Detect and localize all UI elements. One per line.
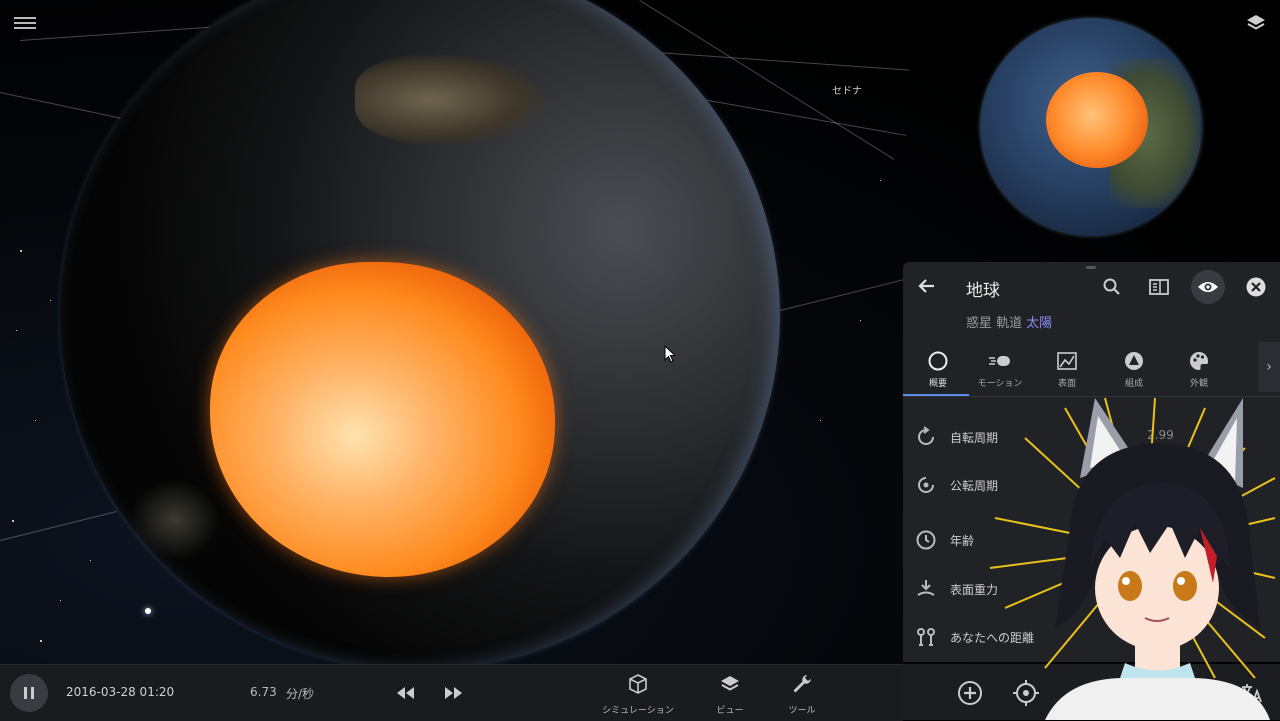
layers-icon[interactable] [1244, 12, 1268, 36]
orbit-line [0, 92, 137, 123]
star [60, 600, 61, 601]
target-icon[interactable] [1011, 678, 1041, 708]
star [50, 300, 51, 301]
property-row-rotation-period: 自転周期 2.99 [903, 418, 1280, 458]
chevron-right-icon[interactable]: › [1258, 342, 1280, 392]
tab-composition[interactable]: 組成 [1099, 342, 1169, 396]
wrench-icon [793, 675, 811, 693]
star [145, 608, 151, 614]
gravity-icon [917, 580, 935, 596]
rotate-icon [918, 426, 934, 445]
search-icon[interactable] [1099, 274, 1125, 300]
star [12, 520, 14, 522]
tab-label: 外観 [1189, 379, 1208, 389]
star [90, 560, 91, 561]
tab-overview[interactable]: 概要 [903, 342, 973, 396]
property-label: あなたへの距離 [950, 631, 1035, 645]
tab-appearance[interactable]: 外観 [1164, 342, 1234, 396]
add-icon[interactable] [955, 678, 985, 708]
divider [903, 396, 1280, 397]
tab-label: モーション [977, 379, 1023, 389]
layers-icon [721, 676, 739, 691]
info-card-icon[interactable] [1146, 274, 1172, 300]
time-control-bar: 2016-03-28 01:20 6.73 分/秒 シミュレーション ビュー ツ… [0, 664, 903, 721]
surface-icon [1057, 352, 1077, 370]
property-row-age: 年齢 [903, 521, 1280, 561]
object-label[interactable]: セドナ [832, 82, 862, 97]
tab-label: 概要 [928, 379, 947, 389]
translate-icon[interactable] [1237, 678, 1267, 708]
object-info-panel: 地球 惑星 軌道 太陽 概要 モーション 表面 組成 外観 › 自転周期 2.9… [903, 262, 1280, 662]
simulation-button[interactable]: シミュレーション [598, 673, 678, 716]
property-label: 表面重力 [950, 583, 999, 597]
property-label: 年齢 [950, 534, 975, 548]
view-button[interactable]: ビュー [705, 673, 755, 716]
back-arrow-icon[interactable] [917, 276, 937, 296]
tool-label: ツール [788, 706, 816, 716]
orbit-line [780, 278, 907, 311]
mouse-cursor-icon [664, 345, 676, 363]
eye-icon[interactable] [1191, 270, 1225, 304]
parent-body-link[interactable]: 太陽 [1026, 316, 1052, 331]
circle-icon [928, 351, 948, 371]
property-label: 公転周期 [950, 479, 999, 493]
property-row-surface-gravity: 表面重力 [903, 570, 1280, 610]
continent-surface [130, 480, 220, 560]
earth-core-mini [1046, 72, 1148, 168]
property-row-orbital-period: 公転周期 [903, 466, 1280, 506]
star [860, 320, 861, 321]
tool-label: ビュー [716, 706, 744, 716]
star [35, 420, 36, 421]
pause-button[interactable] [10, 674, 48, 712]
orbit-icon [918, 477, 934, 493]
property-row-distance: あなたへの距離 [903, 618, 1280, 658]
info-tabs: 概要 モーション 表面 組成 外観 [903, 342, 1280, 397]
rewind-icon[interactable] [394, 683, 416, 703]
tab-label: 組成 [1124, 379, 1143, 389]
star [40, 640, 42, 642]
star [880, 180, 881, 181]
panel-footer [903, 664, 1280, 720]
motion-icon [989, 356, 1010, 366]
tab-label: 表面 [1057, 379, 1076, 389]
clock-icon [916, 530, 936, 550]
hamburger-menu-icon[interactable] [14, 14, 36, 34]
tab-surface[interactable]: 表面 [1032, 342, 1102, 396]
property-value: 2.99 [1147, 428, 1174, 442]
cube-icon [629, 674, 647, 694]
composition-icon [1125, 352, 1143, 370]
star [20, 250, 22, 252]
orbit-line [0, 510, 117, 541]
palette-icon [1190, 352, 1208, 370]
object-type: 惑星 軌道 [966, 316, 1023, 331]
property-label: 自転周期 [950, 431, 999, 445]
close-icon[interactable] [1243, 274, 1269, 300]
drag-handle[interactable] [1086, 266, 1096, 269]
tab-motion[interactable]: モーション [965, 342, 1035, 396]
tool-label: シミュレーション [602, 706, 674, 716]
fast-forward-icon[interactable] [443, 683, 465, 703]
tools-button[interactable]: ツール [780, 673, 824, 716]
time-speed-unit: 分/秒 [286, 687, 315, 701]
star [820, 420, 821, 421]
star [16, 330, 17, 331]
time-speed-value[interactable]: 6.73 [250, 685, 277, 699]
object-subtitle: 惑星 軌道 太陽 [966, 312, 1052, 331]
object-title: 地球 [966, 281, 1000, 301]
distance-icon [917, 628, 935, 646]
simulation-date[interactable]: 2016-03-28 01:20 [66, 685, 174, 699]
